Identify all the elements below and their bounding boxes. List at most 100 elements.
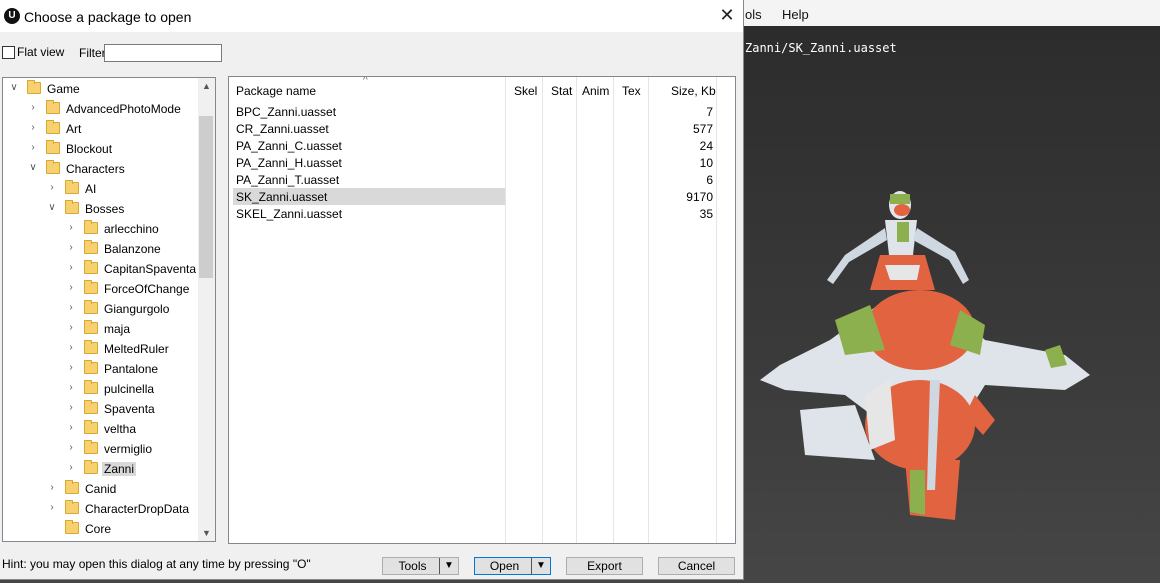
expand-chevron-icon[interactable]: › bbox=[66, 322, 76, 334]
folder-icon bbox=[84, 420, 98, 434]
scroll-thumb[interactable] bbox=[199, 116, 213, 278]
tree-scrollbar[interactable]: ▲ ▼ bbox=[198, 78, 215, 541]
tree-item[interactable]: › AI bbox=[3, 179, 199, 199]
expand-chevron-icon[interactable]: › bbox=[66, 282, 76, 294]
tree-item-label: Giangurgolo bbox=[104, 302, 170, 316]
tree-item[interactable]: › veltha bbox=[3, 419, 199, 439]
tree-item[interactable]: › Canid bbox=[3, 479, 199, 499]
file-row[interactable]: PA_Zanni_T.uasset 6 bbox=[233, 171, 713, 188]
tree-item[interactable]: › Zanni bbox=[3, 459, 199, 479]
tree-item[interactable]: ∨ Characters bbox=[3, 159, 199, 179]
folder-icon bbox=[84, 340, 98, 354]
collapse-chevron-icon[interactable]: ∨ bbox=[28, 162, 38, 174]
expand-chevron-icon[interactable]: › bbox=[66, 262, 76, 274]
tree-item[interactable]: › Spaventa bbox=[3, 399, 199, 419]
file-size: 10 bbox=[699, 156, 713, 170]
column-header-tex[interactable]: Tex bbox=[622, 84, 641, 98]
expand-chevron-icon[interactable]: › bbox=[47, 502, 57, 514]
expand-chevron-icon[interactable]: › bbox=[28, 142, 38, 154]
folder-icon bbox=[84, 320, 98, 334]
expand-chevron-icon[interactable]: › bbox=[66, 382, 76, 394]
file-row[interactable]: CR_Zanni.uasset 577 bbox=[233, 120, 713, 137]
folder-icon bbox=[46, 160, 60, 174]
open-button[interactable]: Open ▼ bbox=[474, 557, 551, 575]
checkbox-box[interactable] bbox=[2, 46, 15, 59]
folder-icon bbox=[84, 380, 98, 394]
folder-icon bbox=[27, 80, 41, 94]
expand-chevron-icon[interactable]: › bbox=[66, 462, 76, 474]
expand-chevron-icon[interactable]: › bbox=[47, 182, 57, 194]
column-header-stat[interactable]: Stat bbox=[551, 84, 572, 98]
expand-chevron-icon[interactable]: › bbox=[66, 342, 76, 354]
tree-item[interactable]: › MeltedRuler bbox=[3, 339, 199, 359]
cancel-button[interactable]: Cancel bbox=[658, 557, 735, 575]
folder-icon bbox=[65, 520, 79, 534]
tree-item-label: Spaventa bbox=[104, 402, 155, 416]
dialog-titlebar[interactable]: U Choose a package to open ✕ bbox=[0, 0, 743, 32]
tree-item[interactable]: › ForceOfChange bbox=[3, 279, 199, 299]
folder-icon bbox=[65, 500, 79, 514]
tree-item[interactable]: ∨ Game bbox=[3, 79, 199, 99]
expand-chevron-icon[interactable]: › bbox=[66, 422, 76, 434]
tree-item[interactable]: › AdvancedPhotoMode bbox=[3, 99, 199, 119]
folder-icon bbox=[46, 140, 60, 154]
tree-item[interactable]: › CharacterDropData bbox=[3, 499, 199, 519]
scroll-up-arrow-icon[interactable]: ▲ bbox=[198, 78, 215, 94]
tree-item[interactable]: › Art bbox=[3, 119, 199, 139]
folder-icon bbox=[84, 220, 98, 234]
tree-item[interactable]: › Balanzone bbox=[3, 239, 199, 259]
column-header-skel[interactable]: Skel bbox=[514, 84, 537, 98]
scroll-down-arrow-icon[interactable]: ▼ bbox=[198, 525, 215, 541]
expand-chevron-icon[interactable]: › bbox=[47, 482, 57, 494]
tree-item-label: Blockout bbox=[66, 142, 113, 156]
package-list[interactable]: ^ Package name Skel Stat Anim Tex Size, … bbox=[228, 76, 736, 544]
expand-chevron-icon[interactable]: › bbox=[66, 362, 76, 374]
collapse-chevron-icon[interactable]: ∨ bbox=[47, 202, 57, 214]
close-icon[interactable]: ✕ bbox=[717, 6, 737, 26]
folder-icon bbox=[84, 260, 98, 274]
tree-item[interactable]: › maja bbox=[3, 319, 199, 339]
expand-chevron-icon[interactable]: › bbox=[66, 302, 76, 314]
file-row[interactable]: SKEL_Zanni.uasset 35 bbox=[233, 205, 713, 222]
character-model-render[interactable] bbox=[745, 180, 1125, 530]
tree-item[interactable]: › pulcinella bbox=[3, 379, 199, 399]
file-row[interactable]: PA_Zanni_C.uasset 24 bbox=[233, 137, 713, 154]
tree-item-label: ForceOfChange bbox=[104, 282, 190, 296]
expand-chevron-icon[interactable]: › bbox=[66, 222, 76, 234]
tree-item-label: maja bbox=[104, 322, 131, 336]
expand-chevron-icon[interactable]: › bbox=[28, 122, 38, 134]
tree-item[interactable]: › vermiglio bbox=[3, 439, 199, 459]
tree-item[interactable]: › CapitanSpaventa bbox=[3, 259, 199, 279]
expand-chevron-icon[interactable]: › bbox=[28, 102, 38, 114]
tools-button[interactable]: Tools ▼ bbox=[382, 557, 459, 575]
tree-item[interactable]: › Giangurgolo bbox=[3, 299, 199, 319]
expand-chevron-icon[interactable]: › bbox=[66, 402, 76, 414]
tree-item-label: Bosses bbox=[85, 202, 125, 216]
tree-item[interactable]: › Blockout bbox=[3, 139, 199, 159]
column-header-anim[interactable]: Anim bbox=[582, 84, 609, 98]
expand-chevron-icon[interactable]: › bbox=[66, 242, 76, 254]
folder-icon bbox=[84, 280, 98, 294]
export-button[interactable]: Export bbox=[566, 557, 643, 575]
menu-help[interactable]: Help bbox=[782, 7, 809, 22]
file-row[interactable]: BPC_Zanni.uasset 7 bbox=[233, 103, 713, 120]
folder-tree[interactable]: ∨ Game › AdvancedPhotoMode › Art › Blockout ∨ Cha… bbox=[2, 77, 216, 542]
file-row[interactable]: SK_Zanni.uasset 9170 bbox=[233, 188, 713, 205]
dialog-title: Choose a package to open bbox=[24, 9, 192, 25]
tree-item[interactable]: Core bbox=[3, 519, 199, 539]
file-row[interactable]: PA_Zanni_H.uasset 10 bbox=[233, 154, 713, 171]
filter-input[interactable] bbox=[104, 44, 222, 62]
collapse-chevron-icon[interactable]: ∨ bbox=[9, 82, 19, 94]
folder-icon bbox=[84, 360, 98, 374]
tree-item[interactable]: › arlecchino bbox=[3, 219, 199, 239]
column-header-package-name[interactable]: Package name bbox=[236, 84, 316, 98]
tree-item[interactable]: ∨ Bosses bbox=[3, 199, 199, 219]
dropdown-arrow-icon[interactable]: ▼ bbox=[439, 558, 458, 574]
dropdown-arrow-icon[interactable]: ▼ bbox=[531, 558, 550, 574]
tree-item-label: Art bbox=[66, 122, 82, 136]
tree-item[interactable]: › Pantalone bbox=[3, 359, 199, 379]
file-name: SKEL_Zanni.uasset bbox=[236, 207, 343, 221]
menu-tools[interactable]: ols bbox=[745, 7, 762, 22]
column-header-size[interactable]: Size, Kb bbox=[671, 84, 716, 98]
expand-chevron-icon[interactable]: › bbox=[66, 442, 76, 454]
